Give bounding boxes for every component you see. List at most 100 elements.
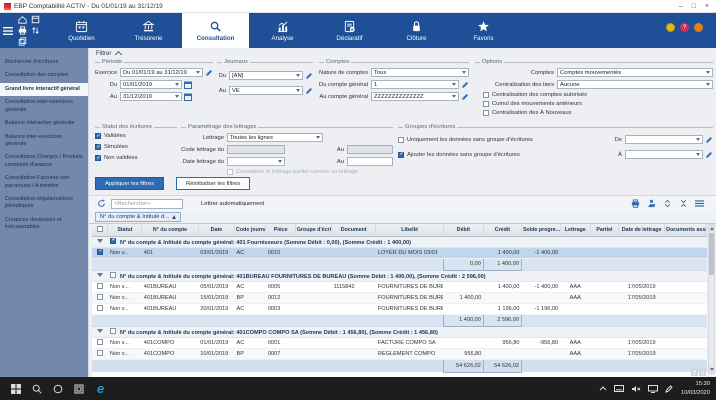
group-header-row[interactable]: N° du compte & Intitulé du compte généra… xyxy=(92,236,707,247)
column-header[interactable]: Libellé xyxy=(376,224,444,236)
exercice-select[interactable]: Du 01/01/19 au 31/12/19 xyxy=(120,68,203,77)
coin-icon[interactable] xyxy=(666,23,675,32)
journaux-du-field[interactable]: [AN] xyxy=(229,71,303,80)
group-header-row[interactable]: N° du compte & Intitulé du compte généra… xyxy=(92,270,707,281)
sidebar-item[interactable]: Consultation inter-exercices générale xyxy=(0,96,88,117)
group-checkbox[interactable] xyxy=(110,272,116,278)
ajouter-sans-groupe-checkbox[interactable] xyxy=(398,152,404,158)
tab-dclaratif[interactable]: Déclaratif xyxy=(316,13,383,48)
sidebar-item[interactable]: Grand livre interactif général xyxy=(0,83,88,96)
sidebar-item[interactable]: Consultation Factures non parvenues / A … xyxy=(0,172,88,193)
copy-icon[interactable] xyxy=(18,37,27,46)
search-input[interactable] xyxy=(111,199,183,209)
apply-filters-button[interactable]: Appliquer les filtres xyxy=(95,177,164,190)
checkbox-icon[interactable] xyxy=(97,226,103,232)
groupes-de-field[interactable] xyxy=(625,135,703,144)
grid-menu-icon[interactable] xyxy=(695,199,704,208)
row-checkbox[interactable] xyxy=(97,249,103,255)
column-header[interactable]: Solde progre... xyxy=(521,224,560,236)
group-checkbox[interactable] xyxy=(110,328,116,334)
group-checkbox[interactable] xyxy=(110,238,116,244)
sidebar-item[interactable]: Créances douteuses et irrécouvrables xyxy=(0,214,88,235)
ledger-row[interactable]: Non v...40103/01/2019AC0010LOYER DU MOIS… xyxy=(92,247,707,258)
centralisation-select[interactable]: Aucune xyxy=(557,80,713,89)
row-checkbox[interactable] xyxy=(97,283,103,289)
column-header[interactable]: Statut xyxy=(108,224,142,236)
row-checkbox[interactable] xyxy=(97,294,103,300)
tab-consultation[interactable]: Consultation xyxy=(182,13,249,48)
scroll-left-icon[interactable] xyxy=(691,369,698,376)
pencil-icon[interactable] xyxy=(305,72,313,80)
sidebar-item[interactable]: Consultation des comptes xyxy=(0,69,88,82)
menu-icon[interactable] xyxy=(3,27,13,35)
sidebar-item[interactable]: Consultation Charges / Produits constaté… xyxy=(0,151,88,172)
tab-clture[interactable]: Clôture xyxy=(383,13,450,48)
help-icon[interactable]: ? xyxy=(680,23,689,32)
print-icon[interactable] xyxy=(631,199,640,208)
print-icon[interactable] xyxy=(18,26,27,35)
calendar-icon[interactable] xyxy=(184,93,192,101)
options-comptes-select[interactable]: Comptes mouvementés xyxy=(557,68,713,77)
pencil-icon[interactable] xyxy=(461,93,469,101)
export-icon[interactable] xyxy=(647,199,656,208)
collapse-group-icon[interactable] xyxy=(97,239,103,243)
groupes-a-field[interactable] xyxy=(625,150,703,159)
keyboard-icon[interactable] xyxy=(614,385,624,392)
column-header[interactable]: Groupe d'écritures xyxy=(295,224,331,236)
scroll-up-icon[interactable] xyxy=(709,225,714,232)
scroll-right-icon[interactable] xyxy=(699,369,706,376)
collapse-all-icon[interactable] xyxy=(679,199,688,208)
refresh-icon[interactable] xyxy=(97,199,106,208)
tab-favoris[interactable]: Favoris xyxy=(450,13,517,48)
centralisation-autorises-checkbox[interactable] xyxy=(483,92,489,98)
chevron-down-icon[interactable] xyxy=(276,158,284,165)
date-lettrage-au-field[interactable] xyxy=(347,157,393,166)
sidebar-item[interactable]: Balance inter-exercices générale xyxy=(0,131,88,152)
vertical-scrollbar[interactable] xyxy=(708,224,715,374)
tab-analyse[interactable]: Analyse xyxy=(249,13,316,48)
row-checkbox[interactable] xyxy=(97,350,103,356)
search-icon[interactable] xyxy=(32,384,42,394)
network-icon[interactable] xyxy=(648,385,658,393)
ledger-row[interactable]: Non v...401COMPO10/01/2019BP0007REGLEMEN… xyxy=(92,348,707,359)
column-header[interactable]: Débit xyxy=(443,224,483,236)
chevron-down-icon[interactable] xyxy=(694,136,702,143)
tab-trsorerie[interactable]: Trésorerie xyxy=(115,13,182,48)
group-header-row[interactable]: N° du compte & Intitulé du compte généra… xyxy=(92,326,707,337)
column-header[interactable]: Document xyxy=(332,224,376,236)
validees-checkbox[interactable] xyxy=(95,133,101,139)
scroll-down-icon[interactable] xyxy=(709,366,714,373)
volume-muted-icon[interactable] xyxy=(631,385,641,393)
info-icon[interactable] xyxy=(694,23,703,32)
non-validees-checkbox[interactable] xyxy=(95,155,101,161)
column-header[interactable]: Pièce xyxy=(266,224,295,236)
periode-au-field[interactable]: 31/12/2019 xyxy=(120,92,182,101)
chevron-down-icon[interactable] xyxy=(694,151,702,158)
simulees-checkbox[interactable] xyxy=(95,144,101,150)
chevron-down-icon[interactable] xyxy=(460,69,468,76)
lettrage-partiel-checkbox[interactable] xyxy=(227,169,233,175)
periode-du-field[interactable]: 01/01/2019 xyxy=(120,80,182,89)
window-icon[interactable] xyxy=(31,15,40,24)
pencil-icon[interactable] xyxy=(205,69,213,77)
minimize-button[interactable]: – xyxy=(679,3,683,10)
ledger-row[interactable]: Non v...401BUREAU15/01/2019BP0012FOURNIT… xyxy=(92,292,707,303)
compte-du-field[interactable]: 1 xyxy=(371,80,459,89)
column-header[interactable]: Date xyxy=(198,224,234,236)
column-header[interactable]: Partiel xyxy=(590,224,618,236)
edge-icon[interactable]: e xyxy=(97,381,104,396)
chevron-down-icon[interactable] xyxy=(173,93,181,100)
column-header[interactable]: Lettrage xyxy=(560,224,590,236)
pencil-icon[interactable] xyxy=(705,151,713,159)
column-header[interactable]: Code journal xyxy=(235,224,266,236)
row-checkbox[interactable] xyxy=(97,339,103,345)
pen-icon[interactable] xyxy=(665,385,673,393)
horizontal-scroll-arrows[interactable] xyxy=(691,369,706,376)
select-all-checkbox[interactable] xyxy=(92,224,108,236)
group-by-chip[interactable]: N° du compte & Intitulé d... xyxy=(95,212,181,222)
date-lettrage-du-field[interactable] xyxy=(227,157,285,166)
column-header[interactable]: Documents associés xyxy=(665,224,707,236)
chevron-down-icon[interactable] xyxy=(450,93,458,100)
ledger-row[interactable]: Non v...401BUREAU05/01/2019AC00051115842… xyxy=(92,281,707,292)
collapse-group-icon[interactable] xyxy=(97,329,103,333)
